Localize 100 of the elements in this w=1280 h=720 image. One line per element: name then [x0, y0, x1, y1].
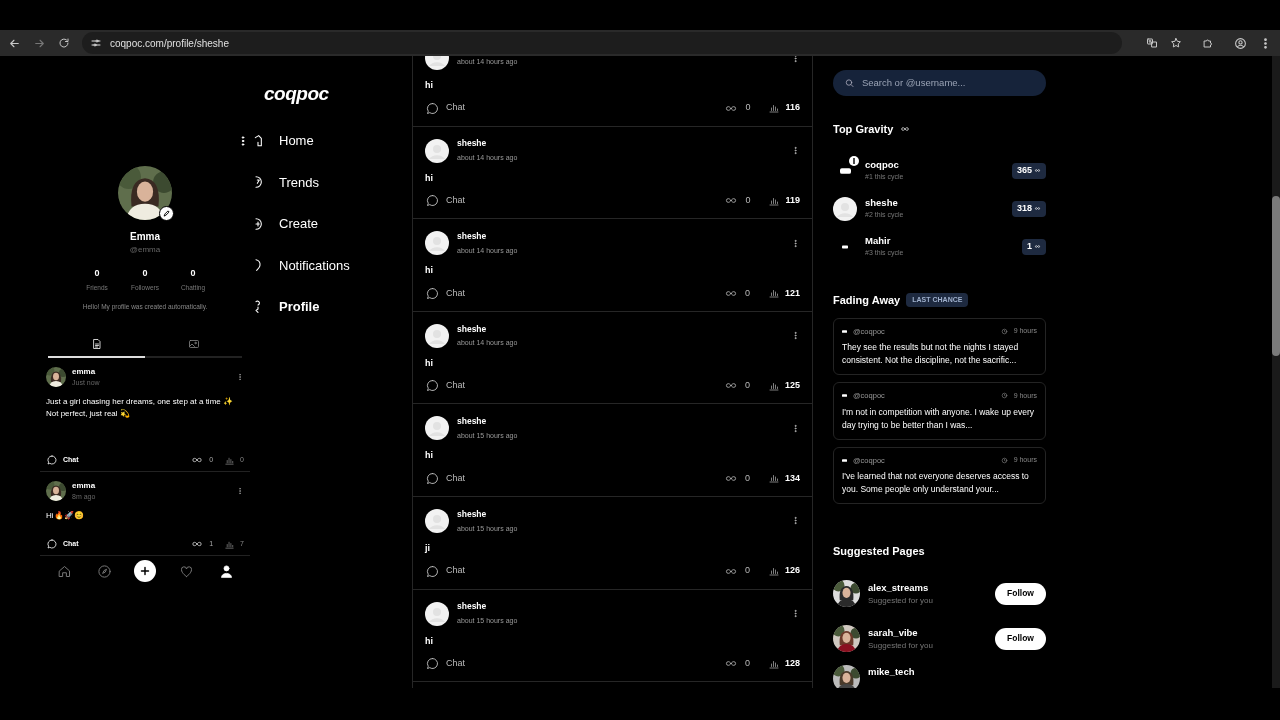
nav-item[interactable]: Profile — [250, 297, 320, 317]
post-text: ji — [425, 541, 431, 555]
more-icon — [791, 238, 800, 248]
clock-icon — [1000, 392, 1008, 400]
logo[interactable]: coqpoc — [264, 80, 396, 106]
logo-icon — [842, 330, 847, 334]
search-input[interactable]: Search or @username... — [861, 75, 1035, 91]
chat-icon — [425, 285, 440, 301]
chat-icon — [425, 100, 440, 116]
infinity-icon — [899, 125, 912, 134]
nav-item[interactable]: Notifications — [250, 255, 350, 275]
more-icon — [791, 146, 800, 156]
scrollbar[interactable] — [1272, 56, 1280, 688]
reload-icon — [58, 37, 70, 49]
suggestion-subtitle: Suggested for you — [868, 594, 934, 607]
like-count: 0 — [744, 564, 750, 578]
site-settings-icon — [90, 37, 102, 49]
nav-item[interactable]: Home — [250, 131, 314, 151]
address-bar[interactable]: coqpoc.com/profile/sheshe — [82, 32, 1122, 54]
clock-icon — [1000, 328, 1008, 336]
follow-button[interactable]: Follow — [995, 582, 1046, 605]
section-title: Top Gravity — [833, 122, 894, 137]
more-icon — [791, 423, 800, 433]
view-count: 119 — [785, 193, 800, 207]
more-icon — [236, 373, 244, 382]
chat-button[interactable]: Chat — [425, 193, 465, 209]
like-count: 0 — [744, 286, 750, 300]
user-name: mike_tech — [868, 665, 916, 680]
views-icon — [767, 287, 780, 300]
section-title: Suggested Pages — [833, 543, 926, 559]
chat-button[interactable]: Chat — [425, 470, 465, 486]
view-count: 116 — [785, 101, 800, 115]
stat-value: 0 — [142, 267, 148, 280]
post-text: hi — [425, 449, 434, 463]
chat-icon — [425, 378, 440, 394]
nav-item[interactable]: Create — [250, 214, 319, 234]
image-icon — [187, 338, 200, 350]
post-author: sheshe — [457, 507, 488, 521]
more-icon — [236, 487, 244, 496]
follow-button[interactable]: Follow — [995, 627, 1046, 650]
like-count: 0 — [745, 193, 751, 207]
avatar-icon — [425, 231, 449, 256]
chat-icon — [425, 470, 440, 486]
person-icon — [218, 563, 234, 579]
posts-tab[interactable] — [48, 338, 145, 358]
post-text: hi — [425, 264, 434, 278]
post-text: I'm not in competition with anyone. I wake up every day trying to be better than I was... — [842, 405, 1036, 432]
more-icon — [791, 56, 800, 63]
score-badge: 318 — [1011, 200, 1046, 217]
view-count: 126 — [784, 564, 800, 578]
chat-button[interactable]: Chat — [425, 656, 465, 672]
post-text: hi — [425, 171, 434, 185]
score-badge: 365 — [1011, 162, 1046, 179]
logo-icon — [842, 244, 848, 249]
chat-button[interactable]: Chat — [425, 100, 465, 116]
score-badge: 1 — [1022, 238, 1046, 255]
post-author: sheshe — [457, 415, 488, 428]
post-text: I've learned that not everyone deserves access to you. Some people only understand your... — [842, 469, 1030, 496]
post-author: emma — [72, 366, 97, 378]
like-count: 0 — [744, 471, 750, 485]
post-author: emma — [72, 480, 97, 492]
post-text: They see the results but not the nights I stayed consistent. Not the discipline, not the sacrific... — [842, 341, 1020, 368]
search-field[interactable]: Search or @username... — [833, 70, 1046, 96]
heart-icon — [178, 563, 194, 579]
user-name: Mahir — [865, 234, 892, 249]
section-title: Fading Away — [833, 292, 901, 308]
avatar-icon — [425, 323, 449, 348]
chat-button[interactable]: Chat — [425, 285, 465, 301]
chat-icon — [425, 193, 440, 209]
post-text: hi — [425, 634, 434, 648]
logo-icon — [839, 167, 851, 174]
chat-button[interactable]: Chat — [425, 563, 465, 579]
chat-button[interactable]: Chat — [425, 378, 465, 394]
logo-icon — [842, 458, 847, 462]
search-icon — [844, 77, 855, 89]
document-icon — [90, 338, 103, 350]
logo-icon — [842, 394, 847, 398]
user-name: coqpoc — [865, 158, 900, 173]
badge-icon — [849, 155, 859, 166]
extensions-icon — [1202, 37, 1214, 49]
views-icon — [767, 472, 780, 485]
clock-icon — [1000, 456, 1008, 464]
avatar-icon — [425, 138, 449, 163]
view-count: 125 — [784, 379, 800, 393]
post-author: sheshe — [457, 600, 488, 614]
post-text: Just a girl chasing her dreams, one step at a time ✨ Not perfect, just real 💫 — [46, 395, 234, 420]
star-icon — [1170, 37, 1182, 49]
create-button[interactable] — [134, 560, 156, 582]
like-count: 0 — [744, 379, 750, 393]
infinity-icon — [190, 455, 205, 465]
nav-item[interactable]: Trends — [250, 172, 319, 192]
chat-icon — [425, 656, 440, 672]
edit-avatar-button[interactable] — [159, 206, 174, 221]
user-name: sheshe — [865, 196, 899, 211]
profile-handle: @emma — [128, 244, 162, 256]
chat-icon — [46, 454, 58, 466]
profile-name: Emma — [129, 230, 161, 244]
view-count: 128 — [784, 656, 800, 670]
url-text: coqpoc.com/profile/sheshe — [110, 36, 229, 51]
more-icon — [791, 609, 800, 619]
